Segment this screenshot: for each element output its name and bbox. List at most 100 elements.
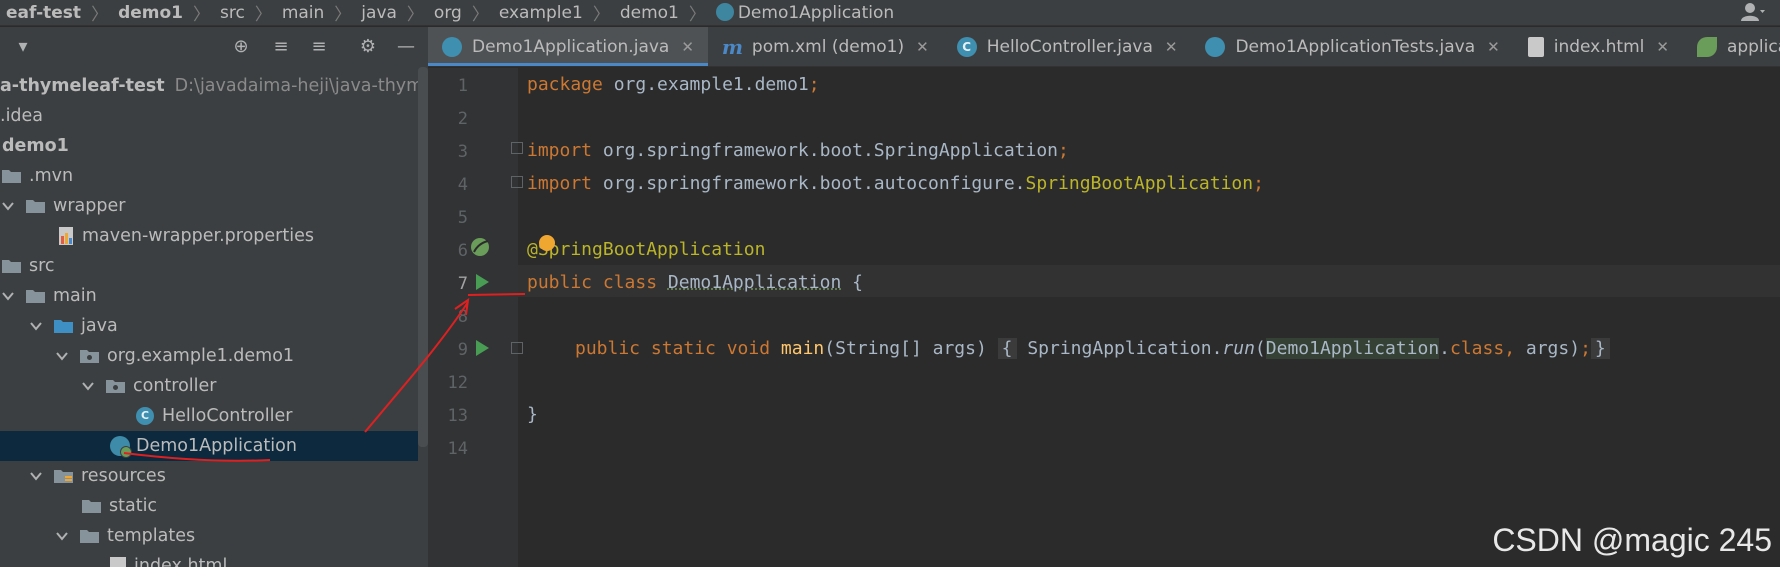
tree-item-demo1[interactable]: demo1 xyxy=(0,131,418,161)
chevron-down-icon[interactable] xyxy=(30,320,42,332)
tree-item-label: src xyxy=(29,256,55,276)
package-icon xyxy=(80,349,99,363)
tab-application-properties[interactable]: applicat xyxy=(1683,27,1780,66)
properties-file-icon xyxy=(58,226,76,246)
code-editor[interactable]: 1 2 3 4 5 6 7 8 9 12 13 14 package org.e… xyxy=(428,68,1780,567)
close-icon[interactable]: ✕ xyxy=(1656,38,1669,56)
tab-demo1applicationtests-java[interactable]: Demo1ApplicationTests.java ✕ xyxy=(1191,27,1513,66)
close-icon[interactable]: ✕ xyxy=(1487,38,1500,56)
chevron-down-icon[interactable] xyxy=(56,530,68,542)
view-dropdown-icon[interactable]: ▾ xyxy=(12,36,34,58)
tree-item-label: wrapper xyxy=(53,196,126,216)
breadcrumb-item[interactable]: src xyxy=(214,3,251,23)
fold-icon[interactable] xyxy=(511,342,523,354)
expand-all-icon[interactable]: ≡ xyxy=(270,36,292,58)
tree-item-hellocontroller[interactable]: C HelloController xyxy=(0,401,418,431)
spring-bean-icon[interactable] xyxy=(469,236,493,260)
chevron-down-icon[interactable] xyxy=(2,290,14,302)
line-number: 7 xyxy=(457,274,468,294)
tab-demo1application-java[interactable]: Demo1Application.java ✕ xyxy=(428,27,708,66)
chevron-down-icon[interactable] xyxy=(82,380,94,392)
collapse-all-icon[interactable]: ≡ xyxy=(308,36,330,58)
tree-scrollbar[interactable] xyxy=(418,67,428,447)
tree-item-src[interactable]: src xyxy=(0,251,418,281)
tree-item-project-root[interactable]: a-thymeleaf-test D:\javadaima-heji\java-… xyxy=(0,71,428,101)
line-number: 13 xyxy=(447,406,468,426)
breadcrumb: eaf-test 〉 demo1 〉 src 〉 main 〉 java 〉 org 〉 e… xyxy=(0,0,1780,26)
tree-item-mvn[interactable]: .mvn xyxy=(0,161,418,191)
tree-item-package[interactable]: org.example1.demo1 xyxy=(0,341,418,371)
chevron-right-icon: 〉 xyxy=(254,5,272,25)
tree-item-templates[interactable]: templates xyxy=(0,521,418,551)
tree-item-idea[interactable]: .idea xyxy=(0,101,418,131)
folder-icon xyxy=(82,499,101,513)
tree-item-main[interactable]: main xyxy=(0,281,418,311)
line-number: 4 xyxy=(457,175,468,195)
user-icon[interactable] xyxy=(1740,2,1766,22)
folder-icon xyxy=(2,259,21,273)
chevron-right-icon: 〉 xyxy=(334,5,352,25)
chevron-down-icon[interactable] xyxy=(30,470,42,482)
tree-item-java[interactable]: java xyxy=(0,311,418,341)
tree-item-label: index.html xyxy=(134,556,228,567)
editor-gutter: 1 2 3 4 5 6 7 8 9 12 13 14 xyxy=(428,68,523,567)
code-line: @SpringBootApplication xyxy=(527,239,766,260)
tree-item-wrapper[interactable]: wrapper xyxy=(0,191,418,221)
breadcrumb-item[interactable]: org xyxy=(428,3,468,23)
breadcrumb-item[interactable]: demo1 xyxy=(614,3,685,23)
tree-item-label: java xyxy=(81,316,118,336)
hide-icon[interactable]: — xyxy=(395,36,417,58)
tab-label: Demo1Application.java xyxy=(472,37,670,57)
line-number: 6 xyxy=(457,241,468,261)
code-line: package org.example1.demo1; xyxy=(527,74,820,95)
line-number: 1 xyxy=(457,76,468,96)
close-icon[interactable]: ✕ xyxy=(1165,38,1178,56)
tree-item-label: main xyxy=(53,286,97,306)
chevron-right-icon: 〉 xyxy=(688,5,706,25)
tree-item-maven-wrapper-properties[interactable]: maven-wrapper.properties xyxy=(0,221,418,251)
breadcrumb-item[interactable]: eaf-test xyxy=(0,3,87,23)
breadcrumb-item[interactable]: demo1 xyxy=(112,3,189,23)
source-folder-icon xyxy=(54,319,73,333)
breadcrumb-item[interactable]: java xyxy=(355,3,403,23)
tree-item-label: demo1 xyxy=(2,136,69,156)
breadcrumb-item-label: Demo1Application xyxy=(737,2,895,23)
gear-icon[interactable]: ⚙ xyxy=(357,36,379,58)
tree-item-controller[interactable]: controller xyxy=(0,371,418,401)
tree-item-demo1application[interactable]: Demo1Application xyxy=(0,431,418,461)
locate-icon[interactable]: ⊕ xyxy=(230,36,252,58)
breadcrumb-item[interactable]: example1 xyxy=(493,3,589,23)
watermark: CSDN @magic 245 xyxy=(1492,522,1772,558)
spring-leaf-icon xyxy=(1696,37,1717,57)
run-icon[interactable] xyxy=(476,274,489,290)
line-number: 2 xyxy=(457,109,468,129)
fold-icon[interactable] xyxy=(511,142,523,154)
folder-icon xyxy=(2,169,21,183)
tab-pom-xml[interactable]: m pom.xml (demo1) ✕ xyxy=(708,27,943,66)
editor-tabs: Demo1Application.java ✕ m pom.xml (demo1… xyxy=(428,27,1780,67)
line-number: 5 xyxy=(457,208,468,228)
tree-item-resources[interactable]: resources xyxy=(0,461,418,491)
tab-hellocontroller-java[interactable]: C HelloController.java ✕ xyxy=(943,27,1192,66)
chevron-down-icon[interactable] xyxy=(2,200,14,212)
tree-item-label: Demo1Application xyxy=(136,436,297,456)
line-number: 3 xyxy=(457,142,468,162)
project-toolbar: ▾ ⊕ ≡ ≡ ⚙ — xyxy=(0,27,428,67)
tab-label: Demo1ApplicationTests.java xyxy=(1235,37,1476,57)
tab-index-html[interactable]: index.html ✕ xyxy=(1514,27,1683,66)
close-icon[interactable]: ✕ xyxy=(916,38,929,56)
run-icon[interactable] xyxy=(476,340,489,356)
folder-icon xyxy=(26,289,45,303)
chevron-down-icon[interactable] xyxy=(56,350,68,362)
tree-item-label: static xyxy=(109,496,158,516)
breadcrumb-item-current[interactable]: Demo1Application xyxy=(710,2,900,23)
line-number: 9 xyxy=(457,340,468,360)
resources-folder-icon xyxy=(54,469,73,483)
code-line: import org.springframework.boot.autoconf… xyxy=(527,173,1264,194)
close-icon[interactable]: ✕ xyxy=(681,38,694,56)
lightbulb-icon[interactable] xyxy=(539,235,555,251)
fold-icon[interactable] xyxy=(511,176,523,188)
tree-item-static[interactable]: static xyxy=(0,491,418,521)
tree-item-index-html[interactable]: index.html xyxy=(0,551,418,567)
breadcrumb-item[interactable]: main xyxy=(276,3,330,23)
